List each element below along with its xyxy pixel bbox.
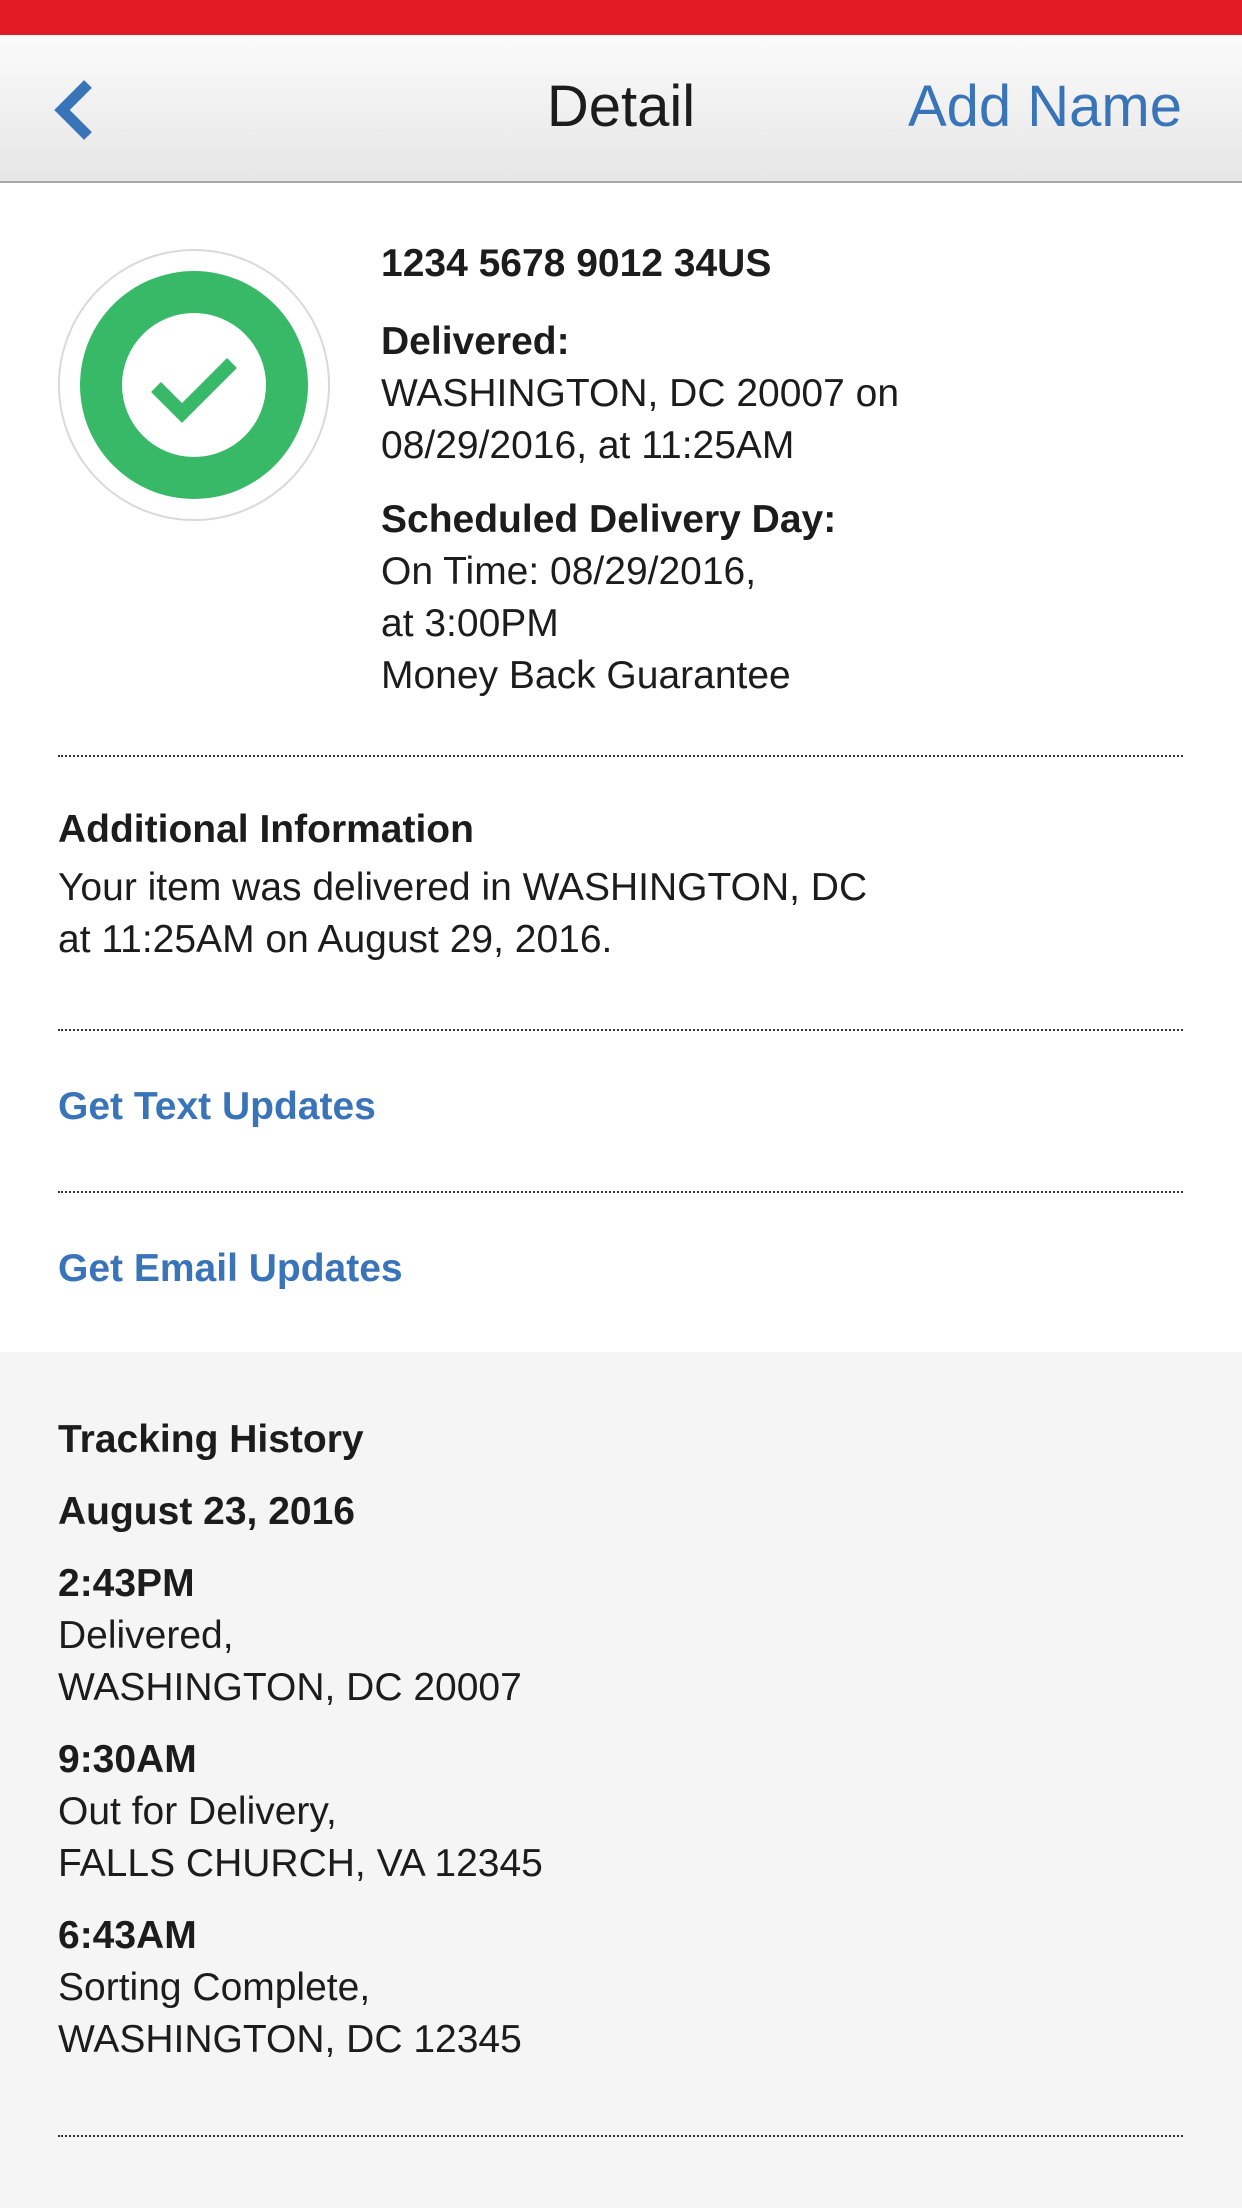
event-time: 6:43AM: [58, 1914, 197, 1957]
scheduled-label: Scheduled Delivery Day:: [381, 498, 837, 541]
event-time: 9:30AM: [58, 1738, 197, 1781]
event-location: WASHINGTON, DC 12345: [58, 2018, 522, 2061]
history-event: 6:43AM Sorting Complete, WASHINGTON, DC …: [58, 1910, 1183, 2066]
check-circle-icon: [80, 271, 308, 499]
delivered-label: Delivered:: [381, 320, 570, 363]
divider: [58, 1029, 1183, 1031]
additional-info-title: Additional Information: [58, 808, 474, 851]
add-name-button[interactable]: Add Name: [908, 73, 1182, 140]
status-bar: [0, 0, 1242, 35]
guarantee-text: Money Back Guarantee: [381, 654, 791, 697]
event-status: Delivered,: [58, 1614, 234, 1657]
event-time: 2:43PM: [58, 1562, 195, 1605]
delivery-summary: 1234 5678 9012 34US Delivered: WASHINGTO…: [0, 183, 1242, 753]
event-location: FALLS CHURCH, VA 12345: [58, 1842, 543, 1885]
tracking-number: 1234 5678 9012 34US: [381, 242, 772, 285]
tracking-history-title: Tracking History: [58, 1418, 364, 1461]
event-status: Out for Delivery,: [58, 1790, 337, 1833]
back-button[interactable]: [50, 75, 120, 145]
scheduled-time: at 3:00PM: [381, 602, 559, 645]
delivered-status-badge: [58, 249, 330, 521]
additional-information: Additional Information Your item was del…: [58, 808, 1183, 966]
get-text-updates-link[interactable]: Get Text Updates: [58, 1085, 376, 1129]
event-status: Sorting Complete,: [58, 1966, 371, 2009]
summary-details: 1234 5678 9012 34US Delivered: WASHINGTO…: [381, 238, 1201, 724]
additional-info-line: Your item was delivered in WASHINGTON, D…: [58, 866, 868, 909]
chevron-left-icon: [54, 80, 92, 140]
delivered-datetime: 08/29/2016, at 11:25AM: [381, 424, 795, 467]
divider: [58, 2135, 1183, 2137]
delivered-location: WASHINGTON, DC 20007 on: [381, 372, 900, 415]
divider: [58, 755, 1183, 757]
history-event: 2:43PM Delivered, WASHINGTON, DC 20007: [58, 1558, 1183, 1714]
history-event: 9:30AM Out for Delivery, FALLS CHURCH, V…: [58, 1734, 1183, 1890]
additional-info-text: Your item was delivered in WASHINGTON, D…: [58, 862, 1183, 966]
divider: [58, 1191, 1183, 1193]
tracking-history: Tracking History August 23, 2016 2:43PM …: [0, 1352, 1242, 2208]
scheduled-date: On Time: 08/29/2016,: [381, 550, 757, 593]
event-location: WASHINGTON, DC 20007: [58, 1666, 522, 1709]
history-date: August 23, 2016: [58, 1490, 355, 1533]
additional-info-line: at 11:25AM on August 29, 2016.: [58, 918, 613, 961]
get-email-updates-link[interactable]: Get Email Updates: [58, 1247, 403, 1291]
navigation-bar: Detail Add Name: [0, 35, 1242, 183]
